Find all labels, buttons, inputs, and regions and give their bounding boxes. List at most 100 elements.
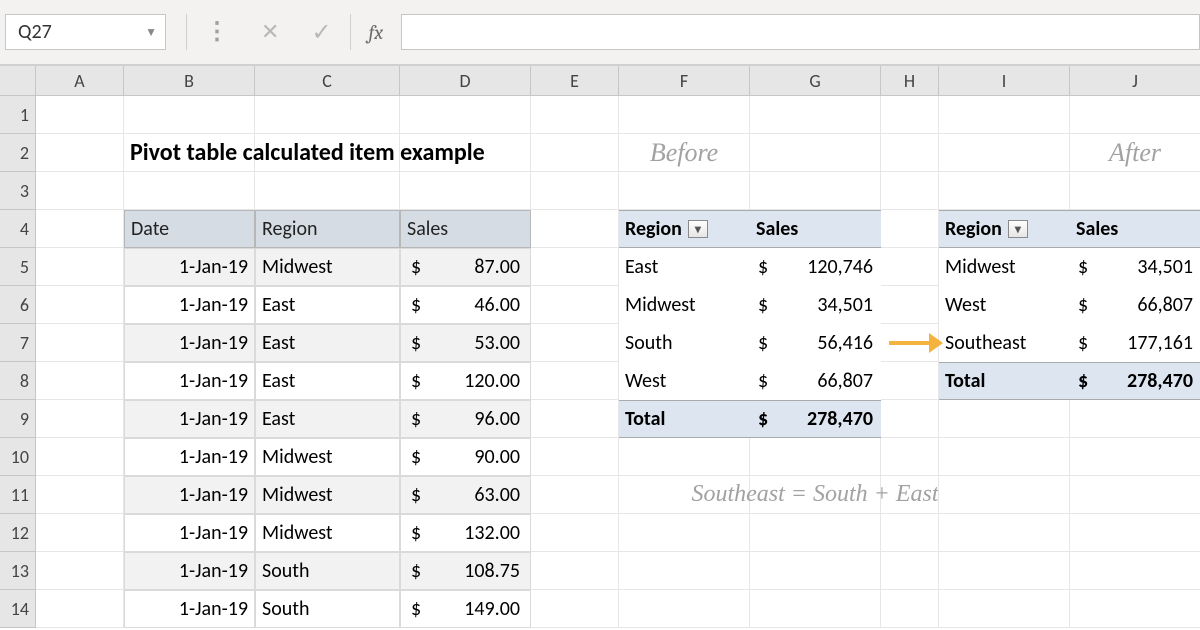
cell[interactable] [531,590,619,628]
select-all-corner[interactable] [0,66,36,96]
col-header-E[interactable]: E [531,66,619,96]
filter-icon[interactable]: ▾ [688,220,708,238]
table-cell-date[interactable]: 1-Jan-19 [124,400,255,438]
pivot-value[interactable]: $34,501 [750,286,881,324]
cell[interactable] [939,590,1070,628]
pivot-value[interactable]: $177,161 [1070,324,1200,362]
row-header-2[interactable]: 2 [0,134,36,172]
chevron-down-icon[interactable]: ▼ [145,25,157,40]
table-cell-sales[interactable]: $132.00 [400,514,531,552]
cell[interactable] [881,400,939,438]
cell[interactable] [36,134,124,172]
pivot-before-header-region[interactable]: Region ▾ [619,210,750,248]
pivot-value[interactable]: $66,807 [750,362,881,400]
pivot-total-label[interactable]: Total [939,362,1070,400]
cell[interactable] [531,362,619,400]
cell[interactable] [881,286,939,324]
cell[interactable] [1070,590,1200,628]
cell[interactable] [750,438,881,476]
cancel-icon[interactable]: ✕ [261,19,279,45]
cell[interactable] [881,476,939,514]
cell[interactable] [531,134,619,172]
pivot-total-value[interactable]: $278,470 [1070,362,1200,400]
cell[interactable] [531,210,619,248]
col-header-I[interactable]: I [939,66,1070,96]
row-header-5[interactable]: 5 [0,248,36,286]
pivot-total-label[interactable]: Total [619,400,750,438]
cell[interactable] [1070,514,1200,552]
table-cell-region[interactable]: Midwest [255,248,400,286]
cell[interactable] [881,552,939,590]
table-cell-region[interactable]: Midwest [255,438,400,476]
table-cell-sales[interactable]: $53.00 [400,324,531,362]
cell[interactable] [939,400,1070,438]
cell[interactable] [531,400,619,438]
cell[interactable] [939,476,1070,514]
cell[interactable] [531,438,619,476]
cell[interactable] [1070,400,1200,438]
table-cell-date[interactable]: 1-Jan-19 [124,324,255,362]
pivot-after-header-sales[interactable]: Sales [1070,210,1200,248]
pivot-value[interactable]: $66,807 [1070,286,1200,324]
pivot-value[interactable]: $120,746 [750,248,881,286]
cell[interactable] [400,96,531,134]
table-cell-region[interactable]: South [255,590,400,628]
cell[interactable] [939,438,1070,476]
table-header-region[interactable]: Region [255,210,400,248]
cell[interactable] [1070,476,1200,514]
cell[interactable] [36,476,124,514]
cell[interactable] [619,438,750,476]
cell[interactable] [36,172,124,210]
table-cell-date[interactable]: 1-Jan-19 [124,514,255,552]
cell[interactable] [619,172,750,210]
cell[interactable] [36,590,124,628]
cell[interactable] [36,248,124,286]
pivot-row[interactable]: South [619,324,750,362]
table-cell-sales[interactable]: $87.00 [400,248,531,286]
pivot-value[interactable]: $34,501 [1070,248,1200,286]
table-cell-region[interactable]: Midwest [255,514,400,552]
cell[interactable] [1070,438,1200,476]
cell[interactable] [881,134,939,172]
row-header-4[interactable]: 4 [0,210,36,248]
cell[interactable] [750,552,881,590]
col-header-J[interactable]: J [1070,66,1200,96]
cell[interactable] [881,210,939,248]
cell[interactable] [619,96,750,134]
table-cell-region[interactable]: Midwest [255,476,400,514]
cell[interactable] [531,172,619,210]
table-cell-date[interactable]: 1-Jan-19 [124,362,255,400]
col-header-A[interactable]: A [36,66,124,96]
row-header-6[interactable]: 6 [0,286,36,324]
table-cell-date[interactable]: 1-Jan-19 [124,286,255,324]
pivot-value[interactable]: $56,416 [750,324,881,362]
pivot-row[interactable]: West [619,362,750,400]
cell[interactable] [881,248,939,286]
pivot-total-value[interactable]: $278,470 [750,400,881,438]
table-cell-sales[interactable]: $96.00 [400,400,531,438]
cell[interactable] [124,96,255,134]
row-header-3[interactable]: 3 [0,172,36,210]
pivot-before-header-sales[interactable]: Sales [750,210,881,248]
cell[interactable] [881,590,939,628]
row-header-1[interactable]: 1 [0,96,36,134]
table-cell-region[interactable]: East [255,286,400,324]
cell[interactable] [531,248,619,286]
pivot-row[interactable]: Southeast [939,324,1070,362]
table-cell-region[interactable]: South [255,552,400,590]
cell[interactable] [881,96,939,134]
row-header-10[interactable]: 10 [0,438,36,476]
table-cell-sales[interactable]: $108.75 [400,552,531,590]
pivot-row[interactable]: Midwest [619,286,750,324]
pivot-row[interactable]: East [619,248,750,286]
cell[interactable] [939,96,1070,134]
cell[interactable] [124,172,255,210]
row-header-8[interactable]: 8 [0,362,36,400]
cell[interactable] [36,438,124,476]
cell[interactable] [36,514,124,552]
cell[interactable] [36,210,124,248]
cell[interactable] [881,438,939,476]
table-cell-date[interactable]: 1-Jan-19 [124,552,255,590]
cell[interactable] [939,552,1070,590]
pivot-after-header-region[interactable]: Region ▾ [939,210,1070,248]
